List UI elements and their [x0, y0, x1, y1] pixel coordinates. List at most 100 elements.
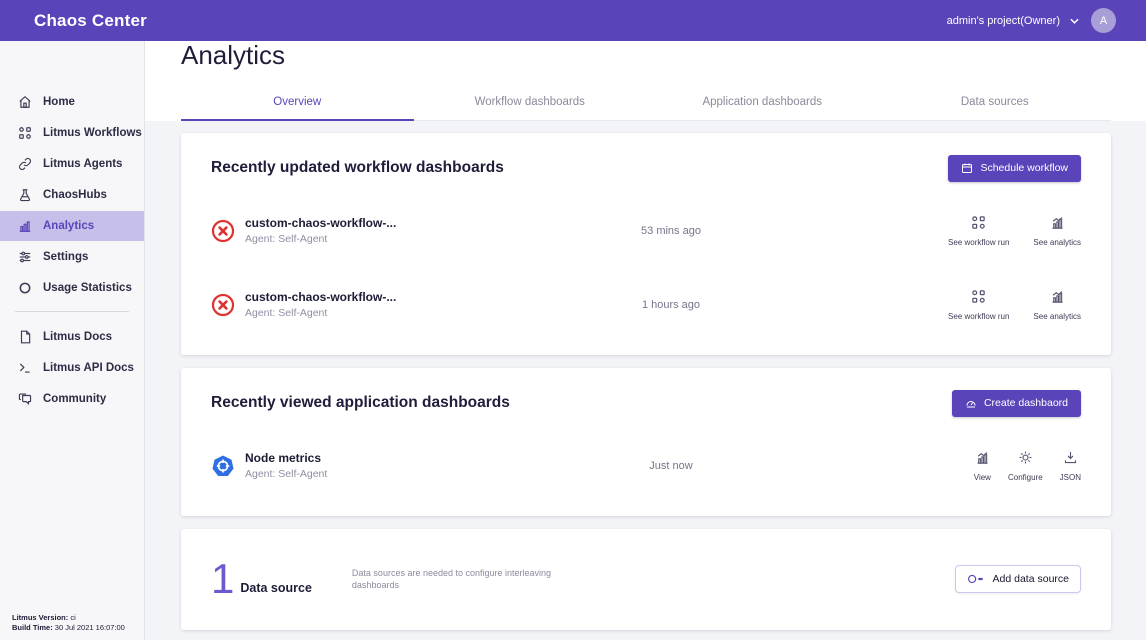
schedule-workflow-button[interactable]: Schedule workflow: [948, 155, 1081, 182]
usage-statistics-icon: [18, 281, 32, 295]
kubernetes-icon: [211, 454, 235, 478]
workflow-row-info: custom-chaos-workflow-... Agent: Self-Ag…: [211, 290, 511, 319]
dashboard-gauge-icon: [965, 397, 977, 409]
see-workflow-run-label: See workflow run: [948, 238, 1009, 247]
sidebar-item-litmus-docs[interactable]: Litmus Docs: [0, 322, 144, 352]
application-row-actions: View Configure JSON: [974, 450, 1081, 482]
sidebar-secondary-nav: Litmus Docs Litmus API Docs Community: [0, 322, 144, 414]
api-docs-icon: [18, 361, 32, 375]
sidebar-item-home[interactable]: Home: [0, 87, 144, 117]
tab-workflow-dashboards[interactable]: Workflow dashboards: [414, 87, 647, 121]
application-card-header: Recently viewed application dashboards C…: [181, 368, 1111, 417]
view-label: View: [974, 473, 991, 482]
sidebar-item-litmus-agents[interactable]: Litmus Agents: [0, 149, 144, 179]
configure-label: Configure: [1008, 473, 1043, 482]
sidebar-item-label: ChaosHubs: [43, 189, 107, 201]
community-icon: [18, 392, 32, 406]
sidebar-item-community[interactable]: Community: [0, 384, 144, 414]
data-source-description: Data sources are needed to configure int…: [352, 567, 567, 592]
settings-icon: [18, 250, 32, 264]
version-label: Litmus Version:: [12, 613, 68, 622]
see-analytics-action[interactable]: See analytics: [1033, 215, 1081, 247]
see-workflow-run-action[interactable]: See workflow run: [948, 289, 1009, 321]
error-cross-icon: [211, 293, 235, 317]
see-analytics-action[interactable]: See analytics: [1033, 289, 1081, 321]
workflow-row-info: custom-chaos-workflow-... Agent: Self-Ag…: [211, 216, 511, 245]
data-source-count-label: Data source: [240, 581, 312, 595]
workflow-updated-time: 1 hours ago: [511, 299, 831, 311]
app-header: Chaos Center admin's project(Owner) A: [0, 0, 1146, 41]
sidebar-item-label: Litmus Agents: [43, 158, 122, 170]
sidebar-item-settings[interactable]: Settings: [0, 242, 144, 272]
chaoshubs-icon: [18, 188, 32, 202]
create-dashboard-label: Create dashbaord: [984, 397, 1068, 409]
workflow-name: custom-chaos-workflow-...: [245, 216, 396, 230]
workflow-run-icon: [971, 289, 986, 309]
tab-overview[interactable]: Overview: [181, 87, 414, 121]
sidebar-item-label: Litmus API Docs: [43, 362, 134, 374]
sidebar-divider: [15, 311, 129, 312]
workflow-row-actions: See workflow run See analytics: [948, 215, 1081, 247]
docs-icon: [18, 330, 32, 344]
see-analytics-label: See analytics: [1033, 312, 1081, 321]
sidebar-item-label: Community: [43, 393, 106, 405]
analytics-icon: [18, 219, 32, 233]
dashboard-name: Node metrics: [245, 451, 327, 465]
chevron-down-icon: [1070, 18, 1079, 24]
see-workflow-run-action[interactable]: See workflow run: [948, 215, 1009, 247]
view-chart-icon: [975, 450, 990, 470]
view-action[interactable]: View: [974, 450, 991, 482]
sidebar-item-usage-statistics[interactable]: Usage Statistics: [0, 273, 144, 303]
add-data-source-label: Add data source: [993, 573, 1069, 585]
app-root: Chaos Center admin's project(Owner) A Ho…: [0, 0, 1146, 640]
sidebar-nav: Home Litmus Workflows Litmus Agents Chao…: [0, 41, 144, 303]
data-source-card: 1 Data source Data sources are needed to…: [181, 529, 1111, 630]
create-dashboard-button[interactable]: Create dashbaord: [952, 390, 1081, 417]
calendar-icon: [961, 162, 973, 174]
analytics-chart-icon: [1050, 215, 1065, 235]
workflow-row-actions: See workflow run See analytics: [948, 289, 1081, 321]
gear-icon: [1018, 450, 1033, 470]
data-source-count: 1: [211, 560, 234, 598]
project-selector[interactable]: admin's project(Owner): [947, 15, 1079, 27]
application-card-title: Recently viewed application dashboards: [211, 394, 510, 412]
app-title: Chaos Center: [34, 11, 147, 31]
tab-application-dashboards[interactable]: Application dashboards: [646, 87, 879, 121]
workflow-row: custom-chaos-workflow-... Agent: Self-Ag…: [211, 281, 1081, 329]
tab-data-sources[interactable]: Data sources: [879, 87, 1112, 121]
json-download-action[interactable]: JSON: [1060, 450, 1081, 482]
analytics-chart-icon: [1050, 289, 1065, 309]
sidebar-item-chaoshubs[interactable]: ChaosHubs: [0, 180, 144, 210]
see-workflow-run-label: See workflow run: [948, 312, 1009, 321]
workflow-dashboards-card: Recently updated workflow dashboards Sch…: [181, 133, 1111, 355]
sidebar-item-litmus-workflows[interactable]: Litmus Workflows: [0, 118, 144, 148]
build-label: Build Time:: [12, 623, 53, 632]
configure-action[interactable]: Configure: [1008, 450, 1043, 482]
workflow-card-header: Recently updated workflow dashboards Sch…: [181, 133, 1111, 182]
data-source-icon: [967, 573, 985, 585]
avatar[interactable]: A: [1091, 8, 1116, 33]
workflows-icon: [18, 126, 32, 140]
application-row-info: Node metrics Agent: Self-Agent: [211, 451, 511, 480]
page-title: Analytics: [181, 41, 1146, 71]
sidebar-item-litmus-api-docs[interactable]: Litmus API Docs: [0, 353, 144, 383]
tab-bar: Overview Workflow dashboards Application…: [181, 87, 1111, 121]
sidebar-item-label: Litmus Docs: [43, 331, 112, 343]
sidebar-item-analytics[interactable]: Analytics: [0, 211, 144, 241]
build-time: Build Time: 30 Jul 2021 16:07:00: [12, 623, 125, 633]
workflow-run-icon: [971, 215, 986, 235]
schedule-workflow-label: Schedule workflow: [980, 162, 1068, 174]
workflow-row: custom-chaos-workflow-... Agent: Self-Ag…: [211, 207, 1081, 255]
workflow-name: custom-chaos-workflow-...: [245, 290, 396, 304]
main-content: Analytics Overview Workflow dashboards A…: [145, 41, 1146, 640]
sidebar-item-label: Home: [43, 96, 75, 108]
download-icon: [1063, 450, 1078, 470]
workflow-agent: Agent: Self-Agent: [245, 307, 396, 319]
workflow-agent: Agent: Self-Agent: [245, 233, 396, 245]
dashboard-agent: Agent: Self-Agent: [245, 468, 327, 480]
application-row: Node metrics Agent: Self-Agent Just now …: [211, 442, 1081, 490]
build-value: 30 Jul 2021 16:07:00: [53, 623, 125, 632]
litmus-version: Litmus Version: ci: [12, 613, 125, 623]
add-data-source-button[interactable]: Add data source: [955, 565, 1081, 593]
sidebar-item-label: Analytics: [43, 220, 94, 232]
